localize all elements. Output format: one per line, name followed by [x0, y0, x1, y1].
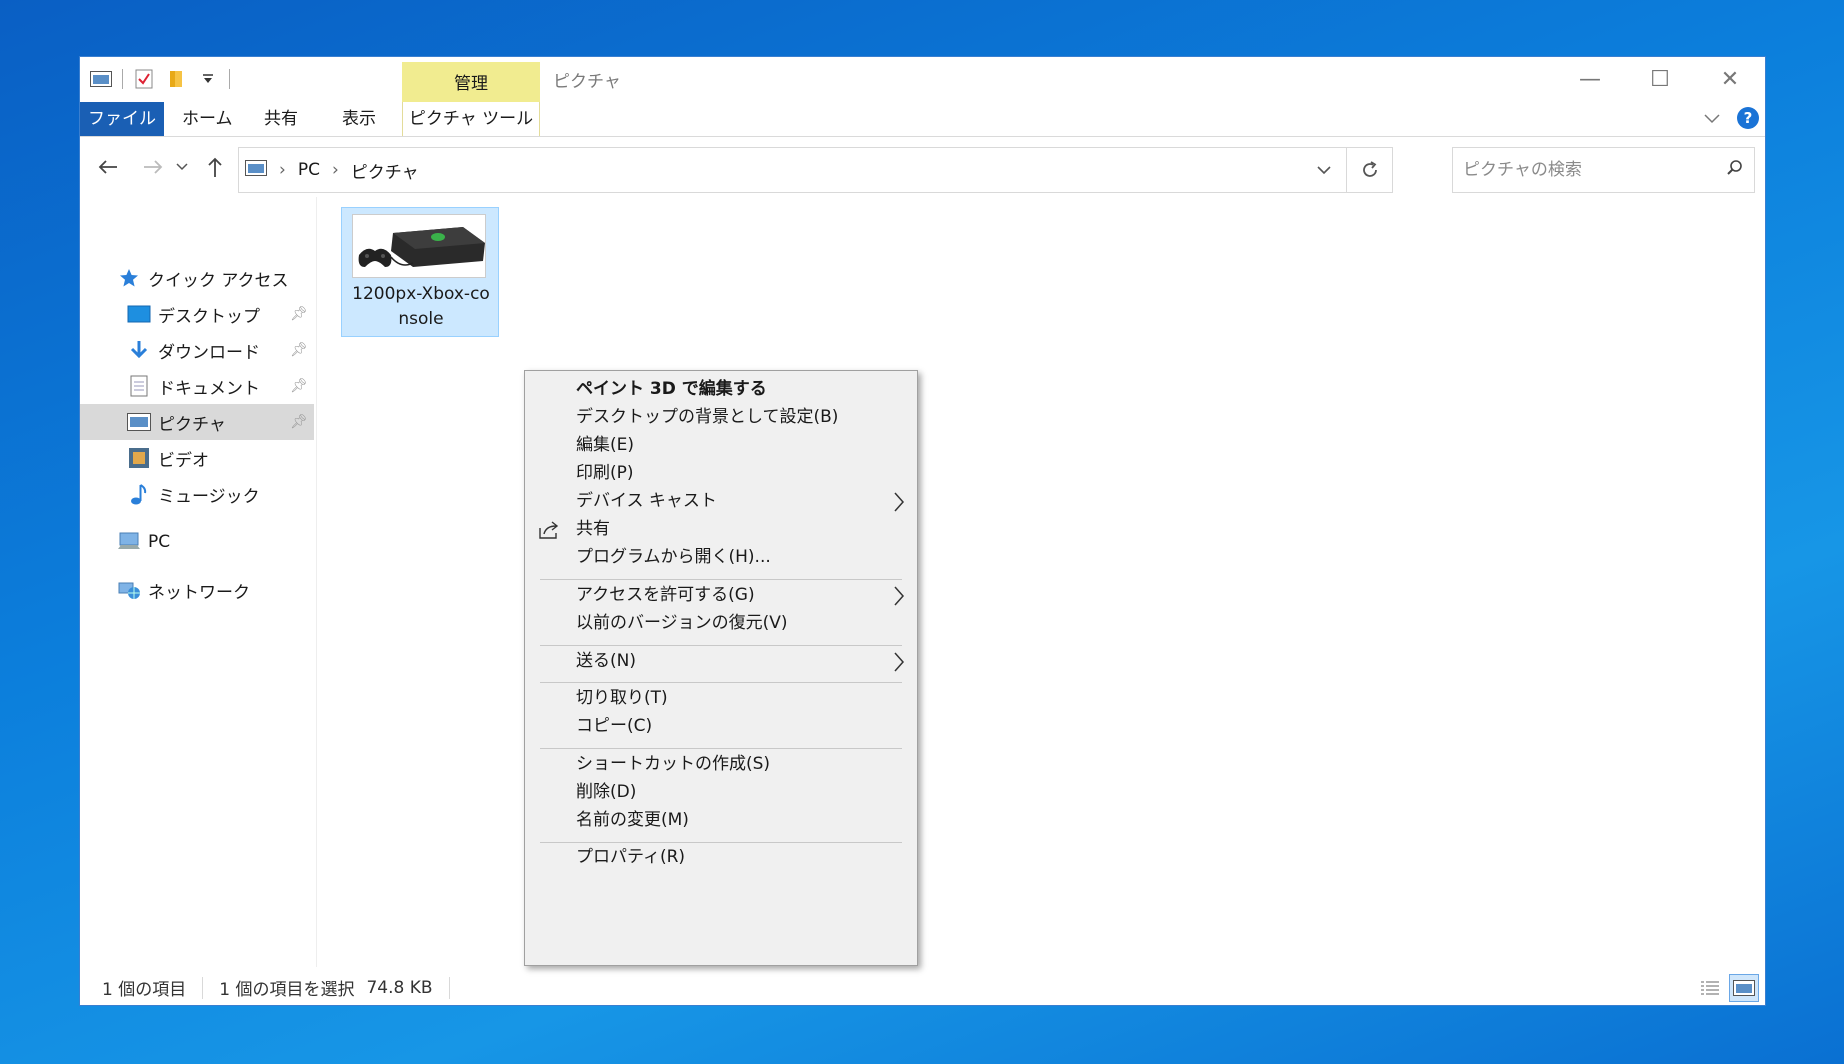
- pc-icon: [116, 530, 142, 554]
- music-icon: [126, 482, 152, 506]
- pin-icon[interactable]: 📌︎: [290, 414, 308, 430]
- back-button[interactable]: [93, 151, 123, 183]
- tab-picture-tools[interactable]: ピクチャ ツール: [402, 102, 540, 136]
- customize-toolbar-icon[interactable]: [197, 69, 219, 89]
- view-switcher: [1695, 974, 1759, 1002]
- file-thumbnail: [352, 214, 486, 278]
- file-name: 1200px-Xbox-console: [352, 284, 490, 329]
- file-item[interactable]: 1200px-Xbox-console: [341, 207, 499, 337]
- tab-view[interactable]: 表示: [328, 102, 390, 136]
- sidebar-item-pc[interactable]: PC: [80, 524, 314, 560]
- status-bar: 1 個の項目 1 個の項目を選択 74.8 KB: [80, 970, 1765, 1005]
- menu-item-rename[interactable]: 名前の変更(M): [525, 804, 917, 837]
- toolbar-separator: [229, 69, 230, 89]
- address-bar[interactable]: › PC › ピクチャ: [238, 147, 1393, 193]
- breadcrumb-separator-icon[interactable]: ›: [332, 160, 339, 180]
- navigation-bar: › PC › ピクチャ: [80, 143, 1765, 193]
- search-icon[interactable]: [1726, 159, 1744, 182]
- sidebar-item-documents[interactable]: ドキュメント 📌︎: [80, 368, 314, 404]
- toolbar-separator: [122, 69, 123, 89]
- sidebar-item-pictures[interactable]: ピクチャ 📌︎: [80, 404, 314, 440]
- pin-icon[interactable]: 📌︎: [290, 306, 308, 322]
- breadcrumb-pictures[interactable]: ピクチャ: [351, 158, 419, 183]
- network-icon: [116, 578, 142, 602]
- recent-locations-icon[interactable]: [172, 151, 192, 183]
- context-menu: ペイント 3D で編集する デスクトップの背景として設定(B) 編集(E) 印刷…: [524, 370, 918, 966]
- ribbon-right-controls: ?: [1703, 107, 1759, 129]
- sidebar-item-network[interactable]: ネットワーク: [80, 572, 314, 608]
- sidebar-item-videos[interactable]: ビデオ: [80, 440, 314, 476]
- status-divider: [202, 976, 204, 999]
- refresh-button[interactable]: [1346, 148, 1392, 192]
- sidebar-item-desktop[interactable]: デスクトップ 📌︎: [80, 296, 314, 332]
- breadcrumb: › PC › ピクチャ: [239, 158, 1302, 183]
- expand-ribbon-icon[interactable]: [1703, 109, 1721, 128]
- sidebar-item-label: ピクチャ: [158, 414, 226, 435]
- details-view-icon[interactable]: [1695, 974, 1725, 1002]
- pin-icon[interactable]: 📌︎: [290, 378, 308, 394]
- menu-item-open-with[interactable]: プログラムから開く(H)...: [525, 541, 917, 574]
- sidebar-item-label: ネットワーク: [148, 582, 250, 603]
- maximize-button[interactable]: ☐: [1625, 57, 1695, 101]
- navigation-pane: クイック アクセス デスクトップ 📌︎ ダウンロード 📌︎ ドキュメント 📌︎: [80, 197, 316, 967]
- new-folder-icon[interactable]: [165, 69, 187, 89]
- properties-icon[interactable]: [133, 69, 155, 89]
- breadcrumb-separator-icon[interactable]: ›: [279, 160, 286, 180]
- sidebar-item-label: ミュージック: [158, 486, 260, 507]
- sidebar-item-label: ドキュメント: [158, 378, 260, 399]
- sidebar-item-quick-access[interactable]: クイック アクセス: [80, 260, 314, 296]
- minimize-button[interactable]: —: [1555, 57, 1625, 101]
- quick-access-toolbar: [90, 69, 230, 89]
- star-icon: [116, 266, 142, 290]
- pane-divider: [316, 197, 317, 967]
- menu-item-copy[interactable]: コピー(C): [525, 710, 917, 743]
- status-selection: 1 個の項目を選択: [219, 980, 355, 1000]
- sidebar-item-label: PC: [148, 532, 171, 552]
- pictures-location-icon: [245, 159, 267, 181]
- manage-context-tab[interactable]: 管理: [402, 62, 540, 104]
- menu-item-label: 共有: [576, 519, 610, 539]
- menu-item-label: 送る(N): [576, 651, 636, 671]
- breadcrumb-pc[interactable]: PC: [298, 160, 320, 180]
- forward-button[interactable]: [138, 151, 168, 183]
- window-icon[interactable]: [90, 69, 112, 89]
- video-icon: [126, 446, 152, 470]
- window-title: ピクチャ: [553, 72, 621, 92]
- file-explorer-window: 管理 ピクチャ — ☐ ✕ ファイル ホーム 共有 表示 ピクチャ ツール ?: [79, 56, 1766, 1006]
- sidebar-item-music[interactable]: ミュージック: [80, 476, 314, 512]
- window-controls: — ☐ ✕: [1555, 57, 1765, 101]
- sidebar-item-label: ビデオ: [158, 450, 209, 471]
- ribbon-tabs: ファイル ホーム 共有 表示 ピクチャ ツール ?: [80, 102, 1765, 137]
- close-button[interactable]: ✕: [1695, 57, 1765, 101]
- tab-file[interactable]: ファイル: [80, 102, 164, 136]
- pictures-icon: [126, 410, 152, 434]
- sidebar-item-label: デスクトップ: [158, 306, 260, 327]
- status-divider: [448, 976, 450, 999]
- large-icons-view-icon[interactable]: [1729, 974, 1759, 1002]
- sidebar-item-label: ダウンロード: [158, 342, 260, 363]
- search-box: [1452, 147, 1755, 193]
- sidebar-item-label: クイック アクセス: [148, 270, 289, 291]
- sidebar-item-downloads[interactable]: ダウンロード 📌︎: [80, 332, 314, 368]
- menu-item-restore-previous-versions[interactable]: 以前のバージョンの復元(V): [525, 607, 917, 640]
- tab-share[interactable]: 共有: [250, 102, 312, 136]
- title-bar: 管理 ピクチャ — ☐ ✕: [80, 57, 1765, 104]
- pin-icon[interactable]: 📌︎: [290, 342, 308, 358]
- submenu-arrow-icon: [893, 645, 905, 682]
- download-icon: [126, 338, 152, 362]
- address-dropdown-icon[interactable]: [1302, 160, 1346, 180]
- up-button[interactable]: [200, 151, 230, 183]
- tab-home[interactable]: ホーム: [168, 102, 247, 136]
- help-icon[interactable]: ?: [1737, 107, 1759, 129]
- menu-item-label: アクセスを許可する(G): [576, 585, 755, 605]
- search-input[interactable]: [1463, 160, 1726, 180]
- document-icon: [126, 374, 152, 398]
- desktop-icon: [126, 302, 152, 326]
- menu-item-properties[interactable]: プロパティ(R): [525, 841, 917, 874]
- status-item-count: 1 個の項目: [102, 980, 187, 1000]
- status-size: 74.8 KB: [366, 977, 433, 998]
- menu-item-send-to[interactable]: 送る(N): [525, 645, 917, 678]
- menu-item-label: デバイス キャスト: [576, 491, 717, 511]
